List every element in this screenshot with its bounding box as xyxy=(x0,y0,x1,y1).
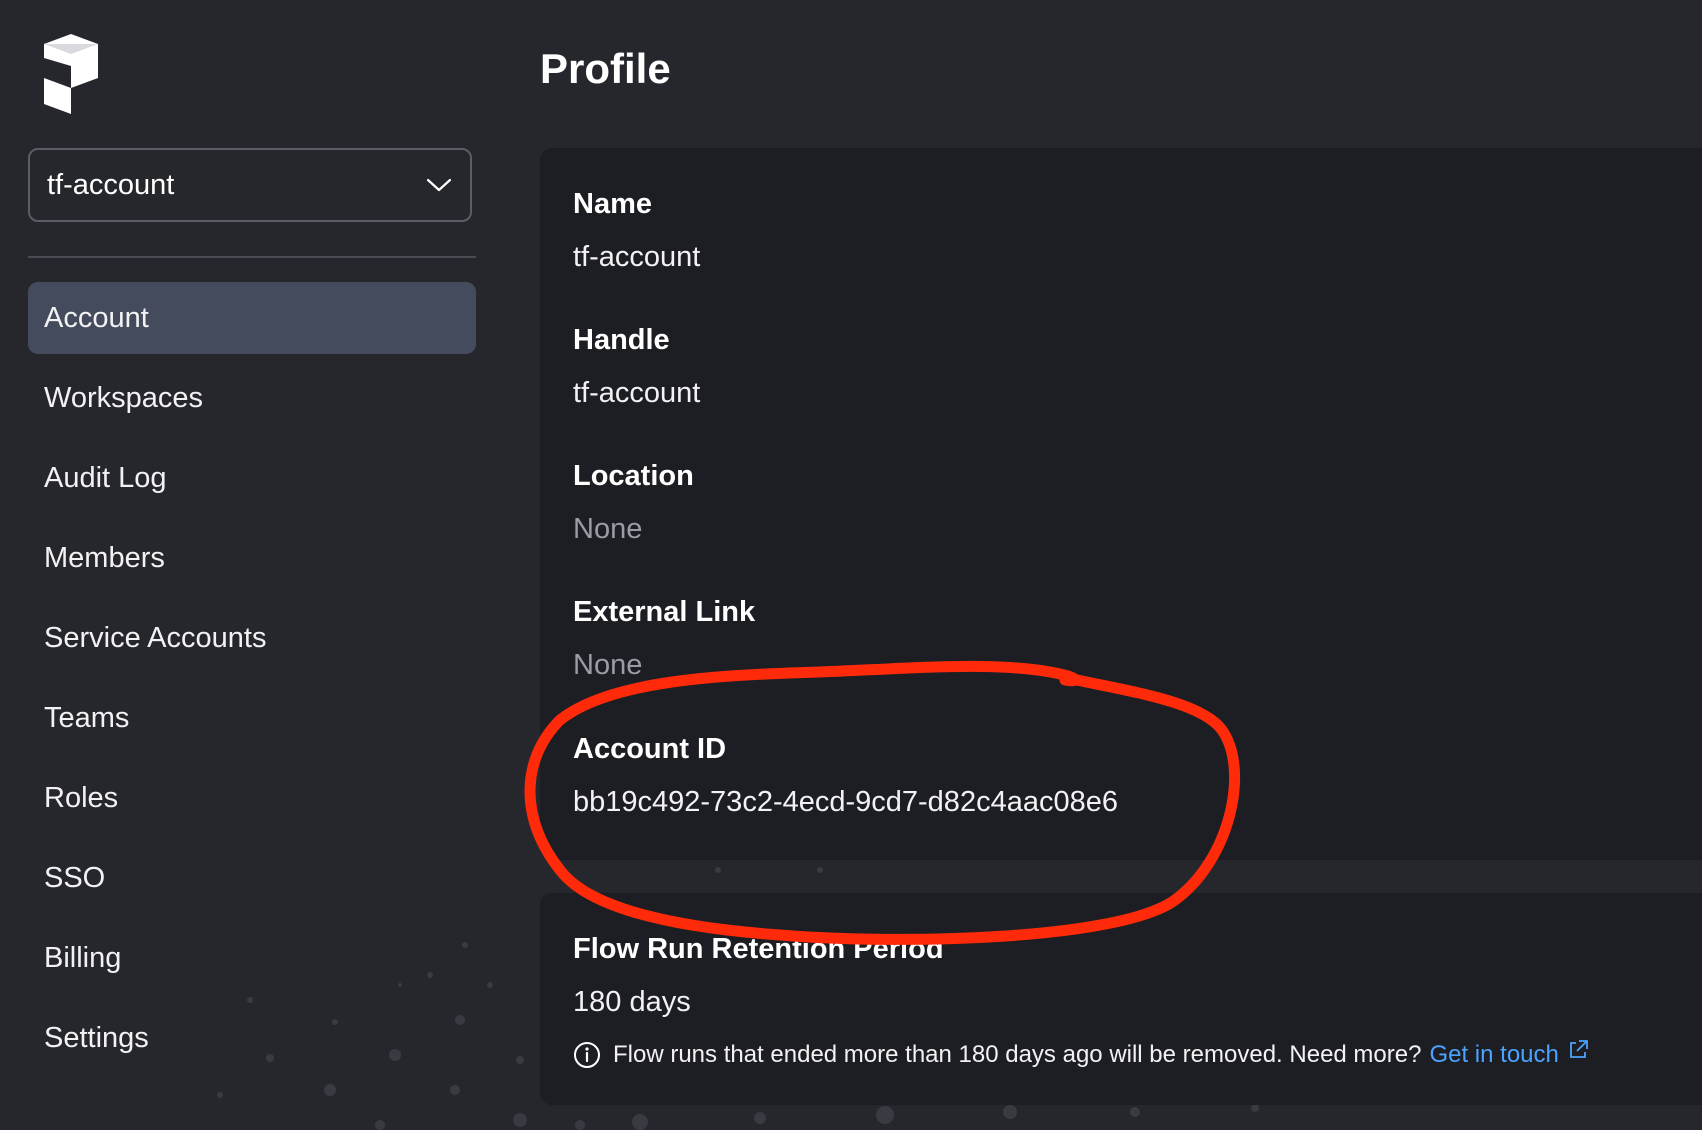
account-selector[interactable]: tf-account xyxy=(28,148,472,222)
account-id-value: bb19c492-73c2-4ecd-9cd7-d82c4aac08e6 xyxy=(573,786,1118,818)
retention-value: 180 days xyxy=(573,986,691,1018)
location-value: None xyxy=(573,513,643,545)
sidebar-item-members[interactable]: Members xyxy=(28,522,476,594)
prefect-logo-icon[interactable] xyxy=(44,34,98,114)
sidebar-item-audit-log[interactable]: Audit Log xyxy=(28,442,476,514)
name-field: Name tf-account xyxy=(573,190,700,272)
page-title: Profile xyxy=(540,45,671,92)
account-id-label: Account ID xyxy=(573,733,727,765)
sidebar-divider xyxy=(28,256,476,258)
sidebar-item-service-accounts[interactable]: Service Accounts xyxy=(28,602,476,674)
sidebar-item-workspaces[interactable]: Workspaces xyxy=(28,362,476,434)
handle-value: tf-account xyxy=(573,377,701,409)
chevron-down-icon xyxy=(426,178,452,192)
sidebar-item-billing[interactable]: Billing xyxy=(28,922,476,994)
location-label: Location xyxy=(573,460,694,492)
external-link-label: External Link xyxy=(573,596,756,628)
sidebar-item-sso[interactable]: SSO xyxy=(28,842,476,914)
get-in-touch-link[interactable]: Get in touch xyxy=(1429,1041,1558,1069)
retention-info-text: Flow runs that ended more than 180 days … xyxy=(613,1041,1422,1068)
location-field: Location None xyxy=(573,462,694,544)
external-link-value: None xyxy=(573,649,643,681)
retention-label: Flow Run Retention Period xyxy=(573,933,944,965)
name-value: tf-account xyxy=(573,241,701,273)
external-link-icon[interactable] xyxy=(1567,1039,1589,1061)
sidebar-item-settings[interactable]: Settings xyxy=(28,1002,476,1074)
external-link-field: External Link None xyxy=(573,598,755,680)
sidebar-item-teams[interactable]: Teams xyxy=(28,682,476,754)
retention-field: Flow Run Retention Period 180 days xyxy=(573,935,944,1017)
retention-info: Flow runs that ended more than 180 days … xyxy=(573,1039,1589,1069)
sidebar-item-roles[interactable]: Roles xyxy=(28,762,476,834)
account-selector-value: tf-account xyxy=(47,168,175,201)
name-label: Name xyxy=(573,188,652,220)
sidebar-nav: Account Workspaces Audit Log Members Ser… xyxy=(28,282,476,1082)
sidebar-item-account[interactable]: Account xyxy=(28,282,476,354)
handle-field: Handle tf-account xyxy=(573,326,700,408)
handle-label: Handle xyxy=(573,324,670,356)
account-id-field: Account ID bb19c492-73c2-4ecd-9cd7-d82c4… xyxy=(573,735,1118,817)
sidebar: tf-account Account Workspaces Audit Log … xyxy=(0,0,510,1130)
info-circle-icon xyxy=(574,1042,600,1068)
retention-card: Flow Run Retention Period 180 days Flow … xyxy=(540,893,1702,1105)
profile-card: Name tf-account Handle tf-account Locati… xyxy=(540,148,1702,860)
